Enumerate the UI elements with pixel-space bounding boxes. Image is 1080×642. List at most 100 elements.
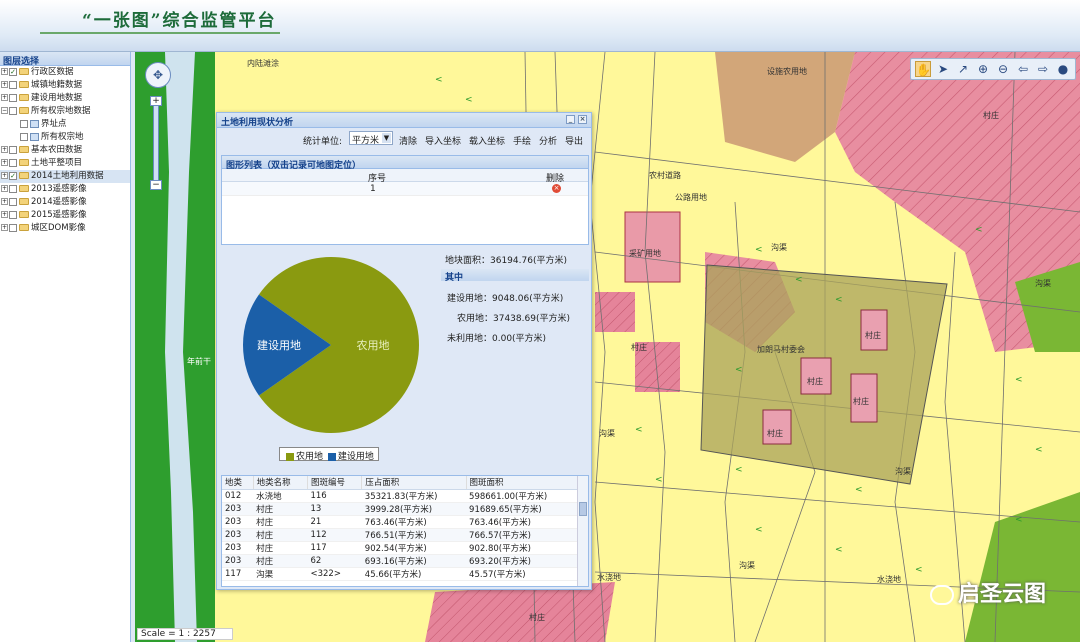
layer-tree-item[interactable]: +2013遥感影像: [0, 183, 130, 196]
layer-checkbox[interactable]: [9, 184, 17, 193]
back-arrow-icon[interactable]: ⇦: [1015, 61, 1031, 77]
collapse-icon[interactable]: −: [1, 107, 8, 114]
layer-tree-label: 2014遥感影像: [31, 197, 87, 207]
table-cell: 沟渠: [253, 567, 308, 581]
zoom-out-icon[interactable]: −: [150, 180, 162, 190]
expand-icon[interactable]: +: [1, 198, 8, 205]
table-row[interactable]: 203 村庄 21 763.46(平方米) 763.46(平方米): [222, 515, 578, 529]
globe-icon[interactable]: ●: [1055, 61, 1071, 77]
shape-list-title: 图形列表（双击记录可地图定位）: [221, 155, 589, 171]
layer-tree-label: 基本农田数据: [31, 145, 83, 155]
expand-icon[interactable]: +: [1, 94, 8, 101]
layer-tree-item[interactable]: + ✓ 行政区数据: [0, 66, 130, 79]
identify-arrow-icon[interactable]: ↗: [955, 61, 971, 77]
result-col-header[interactable]: 地类: [222, 476, 254, 490]
layer-tree-item[interactable]: +2015遥感影像: [0, 209, 130, 222]
result-col-header[interactable]: 地类名称: [253, 476, 308, 490]
layer-checkbox[interactable]: [9, 197, 17, 206]
table-cell: 902.80(平方米): [466, 541, 578, 555]
layer-checkbox[interactable]: [9, 80, 17, 89]
layer-tree-label: 行政区数据: [31, 67, 74, 77]
import-coords-button[interactable]: 导入坐标: [425, 134, 461, 147]
select-arrow-icon[interactable]: ➤: [935, 61, 951, 77]
result-col-header[interactable]: 图斑面积: [466, 476, 579, 490]
layer-tree-item[interactable]: + 基本农田数据: [0, 144, 130, 157]
table-cell: 35321.83(平方米): [361, 489, 467, 503]
layer-tree-item[interactable]: 所有权宗地: [0, 131, 130, 144]
layer-checkbox[interactable]: [9, 106, 17, 115]
result-col-header[interactable]: 压占面积: [361, 476, 467, 490]
pie-legend: 农用地 建设用地: [279, 447, 379, 462]
layer-checkbox[interactable]: [9, 145, 17, 154]
zoom-out-tool-icon[interactable]: ⊖: [995, 61, 1011, 77]
layer-tree-item[interactable]: + 土地平整项目: [0, 157, 130, 170]
table-row[interactable]: 117 沟渠 <322> 45.66(平方米) 45.57(平方米): [222, 567, 578, 581]
minimize-icon[interactable]: _: [566, 115, 575, 124]
layer-checkbox[interactable]: ✓: [9, 67, 17, 76]
close-icon[interactable]: ×: [578, 115, 587, 124]
layer-tree-item[interactable]: + 城镇地籍数据: [0, 79, 130, 92]
table-row[interactable]: 203 村庄 117 902.54(平方米) 902.80(平方米): [222, 541, 578, 555]
table-cell: 117: [307, 541, 362, 555]
shape-list-row[interactable]: 1 ×: [222, 182, 588, 196]
unit-select[interactable]: 平方米 ▼: [349, 131, 393, 146]
delete-icon[interactable]: ×: [552, 184, 561, 193]
layer-tree-item[interactable]: + ✓ 2014土地利用数据: [0, 170, 130, 183]
table-row[interactable]: 203 村庄 112 766.51(平方米) 766.57(平方米): [222, 528, 578, 542]
forward-arrow-icon[interactable]: ⇨: [1035, 61, 1051, 77]
dialog-header[interactable]: 土地利用现状分析 _ ×: [217, 113, 591, 128]
expand-icon[interactable]: +: [1, 81, 8, 88]
map-label: 水浇地: [877, 575, 901, 584]
freehand-draw-button[interactable]: 手绘: [513, 134, 531, 147]
layer-checkbox[interactable]: [9, 210, 17, 219]
table-cell: 693.16(平方米): [361, 554, 467, 568]
zoom-slider[interactable]: [153, 100, 159, 184]
table-cell: 766.51(平方米): [361, 528, 467, 542]
map-label: 村庄: [853, 397, 869, 406]
expand-icon[interactable]: +: [1, 224, 8, 231]
map-label: 沟渠: [895, 467, 911, 476]
expand-icon[interactable]: +: [1, 211, 8, 218]
analyze-button[interactable]: 分析: [539, 134, 557, 147]
layer-tree-item[interactable]: 界址点: [0, 118, 130, 131]
layer-tree-label: 2014土地利用数据: [31, 171, 104, 181]
clear-button[interactable]: 清除: [399, 134, 417, 147]
layer-checkbox[interactable]: ✓: [9, 171, 17, 180]
map-label: 村庄: [631, 343, 647, 352]
chevron-down-icon[interactable]: ▼: [382, 133, 391, 143]
table-cell: 693.20(平方米): [466, 554, 578, 568]
zoom-in-tool-icon[interactable]: ⊕: [975, 61, 991, 77]
export-button[interactable]: 导出: [565, 134, 583, 147]
layer-tree-item[interactable]: − 所有权宗地数据: [0, 105, 130, 118]
expand-icon[interactable]: +: [1, 185, 8, 192]
layer-tree-item[interactable]: +2014遥感影像: [0, 196, 130, 209]
scrollbar-thumb[interactable]: [579, 502, 587, 516]
expand-icon[interactable]: +: [1, 68, 8, 75]
folder-icon: [19, 107, 29, 114]
layer-tree-item[interactable]: + 建设用地数据: [0, 92, 130, 105]
construction-area: 建设用地：9048.06(平方米): [447, 294, 564, 304]
result-col-header[interactable]: 图斑编号: [307, 476, 363, 490]
expand-icon[interactable]: +: [1, 146, 8, 153]
layer-checkbox[interactable]: [9, 158, 17, 167]
unit-select-value: 平方米: [352, 136, 380, 146]
layer-checkbox[interactable]: [20, 132, 28, 141]
layer-tree-item[interactable]: + 城区DOM影像: [0, 222, 130, 235]
layer-checkbox[interactable]: [9, 223, 17, 232]
map-label: 沟渠: [739, 561, 755, 570]
table-scrollbar[interactable]: [577, 476, 588, 586]
table-row[interactable]: 012 水浇地 116 35321.83(平方米) 598661.00(平方米): [222, 489, 578, 503]
layer-checkbox[interactable]: [9, 93, 17, 102]
table-row[interactable]: 203 村庄 13 3999.28(平方米) 91689.65(平方米): [222, 502, 578, 516]
svg-text:<: <: [755, 245, 763, 255]
pan-control-icon[interactable]: ✥: [145, 62, 171, 88]
load-coords-button[interactable]: 载入坐标: [469, 134, 505, 147]
expand-icon[interactable]: +: [1, 172, 8, 179]
zoom-in-icon[interactable]: +: [150, 96, 162, 106]
result-table: 地类 地类名称 图斑编号 压占面积 图斑面积 012 水浇地 116 35321.83(平方米…: [222, 476, 579, 581]
table-row[interactable]: 203 村庄 62 693.16(平方米) 693.20(平方米): [222, 554, 578, 568]
expand-icon[interactable]: +: [1, 159, 8, 166]
layer-checkbox[interactable]: [20, 119, 28, 128]
hand-pan-icon[interactable]: ✋: [915, 61, 931, 77]
map-label: 村庄: [865, 331, 881, 340]
